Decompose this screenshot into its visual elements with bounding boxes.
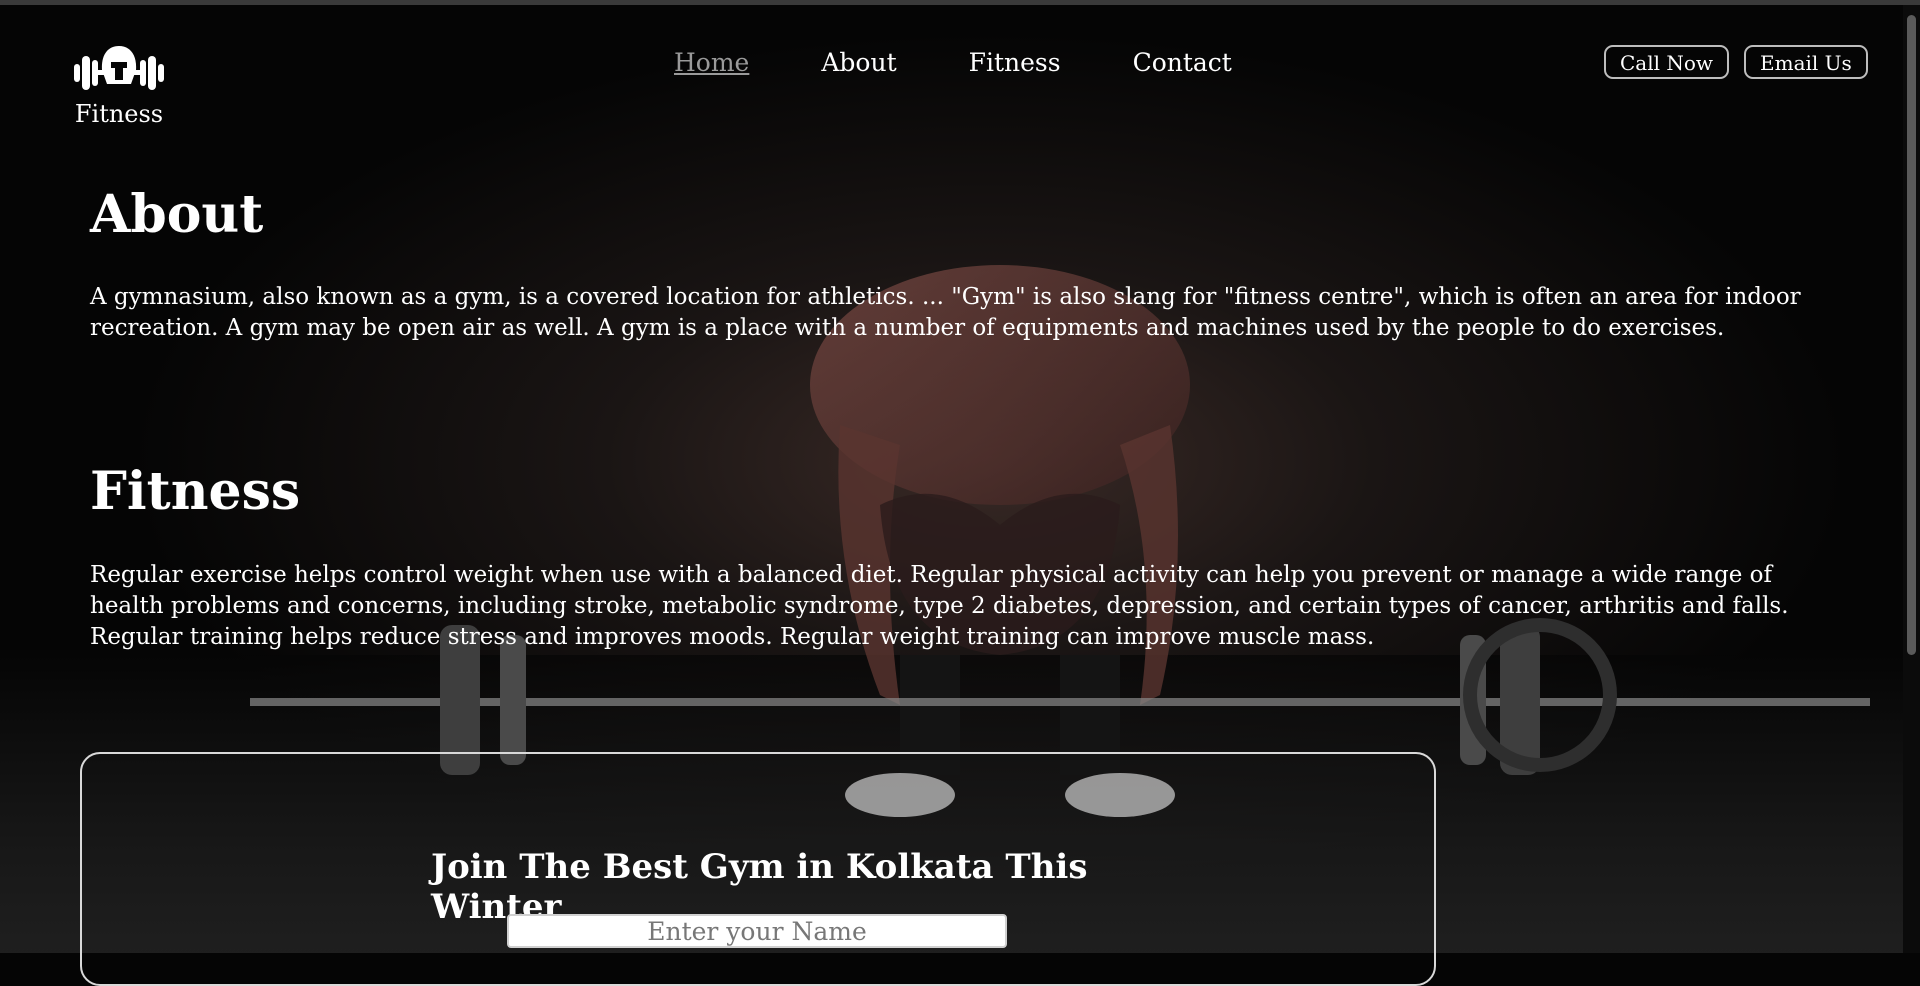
scrollbar[interactable]	[1903, 5, 1920, 953]
join-form-card: Join The Best Gym in Kolkata This Winter	[80, 752, 1436, 986]
nav-about[interactable]: About	[821, 48, 896, 77]
about-text: A gymnasium, also known as a gym, is a c…	[90, 284, 1801, 341]
fitness-section: Fitness Regular exercise helps control w…	[90, 461, 1830, 650]
about-heading: About	[90, 184, 264, 245]
name-input[interactable]	[507, 914, 1007, 948]
gym-helmet-dumbbell-icon	[74, 46, 164, 90]
logo[interactable]: Fitness	[72, 44, 166, 128]
nav-home[interactable]: Home	[674, 48, 749, 77]
fitness-text: Regular exercise helps control weight wh…	[90, 562, 1789, 650]
nav-contact[interactable]: Contact	[1133, 48, 1232, 77]
fitness-heading: Fitness	[90, 461, 301, 522]
nav-fitness[interactable]: Fitness	[969, 48, 1061, 77]
scrollbar-thumb[interactable]	[1907, 15, 1916, 655]
call-now-button[interactable]: Call Now	[1604, 45, 1730, 79]
email-us-button[interactable]: Email Us	[1744, 45, 1868, 79]
brand-name: Fitness	[74, 100, 164, 128]
main-nav: Home About Fitness Contact	[674, 48, 1232, 77]
